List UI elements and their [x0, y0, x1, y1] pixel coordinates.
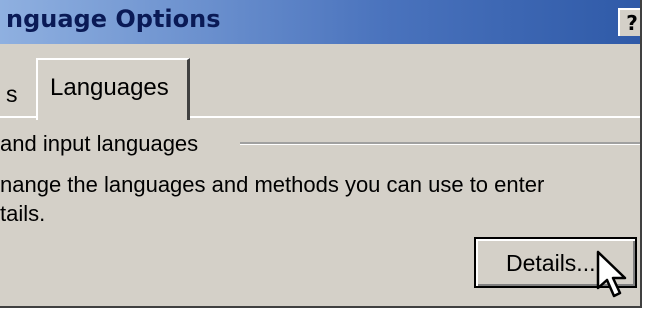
help-button[interactable]: ? — [618, 8, 640, 36]
dialog-title: nguage Options — [6, 5, 221, 33]
tab-languages-label: Languages — [50, 74, 169, 101]
title-bar[interactable]: nguage Options ? — [0, 0, 640, 44]
groupbox-label: and input languages — [0, 131, 199, 157]
group-description-line-1: nange the languages and methods you can … — [0, 172, 545, 197]
details-button-label: Details... — [506, 250, 596, 276]
language-options-dialog: nguage Options ? s Languages and input l… — [0, 0, 642, 308]
group-description-line-2: tails. — [0, 201, 46, 226]
groupbox-border — [240, 142, 640, 145]
arrow-pointer-icon — [596, 250, 627, 298]
tab-previous[interactable]: s — [0, 72, 36, 116]
tab-previous-label: s — [6, 81, 18, 107]
tab-languages[interactable]: Languages — [36, 58, 190, 120]
